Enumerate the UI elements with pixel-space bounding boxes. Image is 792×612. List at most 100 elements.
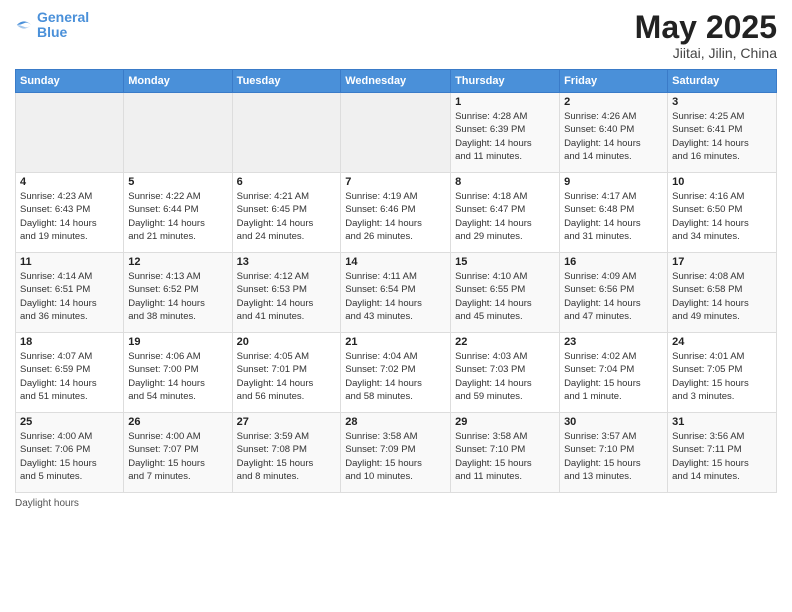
calendar-cell: 27Sunrise: 3:59 AM Sunset: 7:08 PM Dayli… [232, 413, 341, 493]
calendar-cell: 18 Sunrise: 4:07 AM Sunset: 6:59 PM Dayli… [16, 333, 124, 413]
day-number: 29 [455, 416, 555, 428]
day-number: 5 [128, 176, 227, 188]
day-info: Sunrise: 4:00 AM Sunset: 7:07 PM Dayligh… [128, 430, 227, 483]
day-info: Sunrise: 4:10 AM Sunset: 6:55 PM Dayligh… [455, 270, 555, 323]
day-number: 6 [237, 176, 337, 188]
calendar-cell: 15 Sunrise: 4:10 AM Sunset: 6:55 PM Dayli… [451, 253, 560, 333]
calendar-cell: 11 Sunrise: 4:14 AM Sunset: 6:51 PM Dayli… [16, 253, 124, 333]
day-info: Sunrise: 4:18 AM Sunset: 6:47 PM Dayligh… [455, 190, 555, 243]
day-number: 10 [672, 176, 772, 188]
day-info: Sunrise: 4:06 AM Sunset: 7:00 PM Dayligh… [128, 350, 227, 403]
calendar-cell: 17Sunrise: 4:08 AM Sunset: 6:58 PM Dayli… [668, 253, 777, 333]
day-number: 15 [455, 256, 555, 268]
day-info: Sunrise: 4:28 AM Sunset: 6:39 PM Dayligh… [455, 110, 555, 163]
calendar-cell: 12Sunrise: 4:13 AM Sunset: 6:52 PM Dayli… [124, 253, 232, 333]
calendar-header-thursday: Thursday [451, 70, 560, 93]
day-number: 22 [455, 336, 555, 348]
day-number: 3 [672, 96, 772, 108]
day-info: Sunrise: 4:11 AM Sunset: 6:54 PM Dayligh… [345, 270, 446, 323]
day-info: Sunrise: 4:23 AM Sunset: 6:43 PM Dayligh… [20, 190, 119, 243]
calendar: SundayMondayTuesdayWednesdayThursdayFrid… [15, 69, 777, 493]
day-info: Sunrise: 4:01 AM Sunset: 7:05 PM Dayligh… [672, 350, 772, 403]
calendar-cell: 29 Sunrise: 3:58 AM Sunset: 7:10 PM Dayli… [451, 413, 560, 493]
day-info: Sunrise: 4:22 AM Sunset: 6:44 PM Dayligh… [128, 190, 227, 243]
calendar-week-4: 25Sunrise: 4:00 AM Sunset: 7:06 PM Dayli… [16, 413, 777, 493]
calendar-cell: 8 Sunrise: 4:18 AM Sunset: 6:47 PM Daylig… [451, 173, 560, 253]
day-info: Sunrise: 4:02 AM Sunset: 7:04 PM Dayligh… [564, 350, 663, 403]
calendar-cell: 19Sunrise: 4:06 AM Sunset: 7:00 PM Dayli… [124, 333, 232, 413]
calendar-cell: 4 Sunrise: 4:23 AM Sunset: 6:43 PM Daylig… [16, 173, 124, 253]
calendar-cell [232, 93, 341, 173]
calendar-cell [124, 93, 232, 173]
calendar-header-sunday: Sunday [16, 70, 124, 93]
day-number: 26 [128, 416, 227, 428]
day-info: Sunrise: 4:14 AM Sunset: 6:51 PM Dayligh… [20, 270, 119, 323]
calendar-cell: 7 Sunrise: 4:19 AM Sunset: 6:46 PM Daylig… [341, 173, 451, 253]
calendar-cell: 23Sunrise: 4:02 AM Sunset: 7:04 PM Dayli… [560, 333, 668, 413]
day-number: 30 [564, 416, 663, 428]
calendar-header-row: SundayMondayTuesdayWednesdayThursdayFrid… [16, 70, 777, 93]
calendar-cell: 5 Sunrise: 4:22 AM Sunset: 6:44 PM Daylig… [124, 173, 232, 253]
logo-line2: Blue [37, 25, 89, 40]
calendar-cell: 31 Sunrise: 3:56 AM Sunset: 7:11 PM Dayli… [668, 413, 777, 493]
day-info: Sunrise: 3:59 AM Sunset: 7:08 PM Dayligh… [237, 430, 337, 483]
day-info: Sunrise: 3:57 AM Sunset: 7:10 PM Dayligh… [564, 430, 663, 483]
title-block: May 2025 Jiitai, Jilin, China [635, 10, 777, 61]
calendar-week-3: 18 Sunrise: 4:07 AM Sunset: 6:59 PM Dayli… [16, 333, 777, 413]
calendar-cell: 1 Sunrise: 4:28 AM Sunset: 6:39 PM Daylig… [451, 93, 560, 173]
day-info: Sunrise: 4:04 AM Sunset: 7:02 PM Dayligh… [345, 350, 446, 403]
day-info: Sunrise: 4:09 AM Sunset: 6:56 PM Dayligh… [564, 270, 663, 323]
day-number: 1 [455, 96, 555, 108]
day-info: Sunrise: 4:25 AM Sunset: 6:41 PM Dayligh… [672, 110, 772, 163]
logo-icon [15, 16, 33, 34]
day-info: Sunrise: 4:07 AM Sunset: 6:59 PM Dayligh… [20, 350, 119, 403]
day-number: 31 [672, 416, 772, 428]
day-number: 28 [345, 416, 446, 428]
day-number: 16 [564, 256, 663, 268]
day-number: 24 [672, 336, 772, 348]
day-number: 4 [20, 176, 119, 188]
day-number: 14 [345, 256, 446, 268]
day-number: 13 [237, 256, 337, 268]
day-info: Sunrise: 4:16 AM Sunset: 6:50 PM Dayligh… [672, 190, 772, 243]
calendar-cell: 2Sunrise: 4:26 AM Sunset: 6:40 PM Daylig… [560, 93, 668, 173]
day-info: Sunrise: 4:05 AM Sunset: 7:01 PM Dayligh… [237, 350, 337, 403]
day-info: Sunrise: 4:19 AM Sunset: 6:46 PM Dayligh… [345, 190, 446, 243]
day-info: Sunrise: 4:00 AM Sunset: 7:06 PM Dayligh… [20, 430, 119, 483]
calendar-header-tuesday: Tuesday [232, 70, 341, 93]
calendar-cell: 22Sunrise: 4:03 AM Sunset: 7:03 PM Dayli… [451, 333, 560, 413]
day-info: Sunrise: 4:13 AM Sunset: 6:52 PM Dayligh… [128, 270, 227, 323]
calendar-week-2: 11 Sunrise: 4:14 AM Sunset: 6:51 PM Dayli… [16, 253, 777, 333]
day-number: 8 [455, 176, 555, 188]
day-info: Sunrise: 3:58 AM Sunset: 7:10 PM Dayligh… [455, 430, 555, 483]
calendar-cell: 28 Sunrise: 3:58 AM Sunset: 7:09 PM Dayli… [341, 413, 451, 493]
day-info: Sunrise: 4:12 AM Sunset: 6:53 PM Dayligh… [237, 270, 337, 323]
day-info: Sunrise: 3:56 AM Sunset: 7:11 PM Dayligh… [672, 430, 772, 483]
day-number: 18 [20, 336, 119, 348]
day-number: 11 [20, 256, 119, 268]
calendar-cell: 26 Sunrise: 4:00 AM Sunset: 7:07 PM Dayli… [124, 413, 232, 493]
calendar-body: 1 Sunrise: 4:28 AM Sunset: 6:39 PM Daylig… [16, 93, 777, 493]
calendar-header-wednesday: Wednesday [341, 70, 451, 93]
day-number: 7 [345, 176, 446, 188]
calendar-cell: 16 Sunrise: 4:09 AM Sunset: 6:56 PM Dayli… [560, 253, 668, 333]
day-number: 9 [564, 176, 663, 188]
day-number: 20 [237, 336, 337, 348]
day-info: Sunrise: 4:26 AM Sunset: 6:40 PM Dayligh… [564, 110, 663, 163]
day-number: 17 [672, 256, 772, 268]
calendar-week-1: 4 Sunrise: 4:23 AM Sunset: 6:43 PM Daylig… [16, 173, 777, 253]
calendar-cell: 6 Sunrise: 4:21 AM Sunset: 6:45 PM Daylig… [232, 173, 341, 253]
logo: General Blue [15, 10, 89, 41]
calendar-cell: 30 Sunrise: 3:57 AM Sunset: 7:10 PM Dayli… [560, 413, 668, 493]
day-info: Sunrise: 3:58 AM Sunset: 7:09 PM Dayligh… [345, 430, 446, 483]
footer-note: Daylight hours [15, 498, 777, 509]
logo-line1: General [37, 10, 89, 25]
page: General Blue May 2025 Jiitai, Jilin, Chi… [0, 0, 792, 612]
calendar-cell: 10 Sunrise: 4:16 AM Sunset: 6:50 PM Dayli… [668, 173, 777, 253]
calendar-cell [341, 93, 451, 173]
calendar-cell: 14 Sunrise: 4:11 AM Sunset: 6:54 PM Dayli… [341, 253, 451, 333]
day-info: Sunrise: 4:21 AM Sunset: 6:45 PM Dayligh… [237, 190, 337, 243]
calendar-cell: 25Sunrise: 4:00 AM Sunset: 7:06 PM Dayli… [16, 413, 124, 493]
calendar-cell: 20 Sunrise: 4:05 AM Sunset: 7:01 PM Dayli… [232, 333, 341, 413]
calendar-cell: 24 Sunrise: 4:01 AM Sunset: 7:05 PM Dayli… [668, 333, 777, 413]
